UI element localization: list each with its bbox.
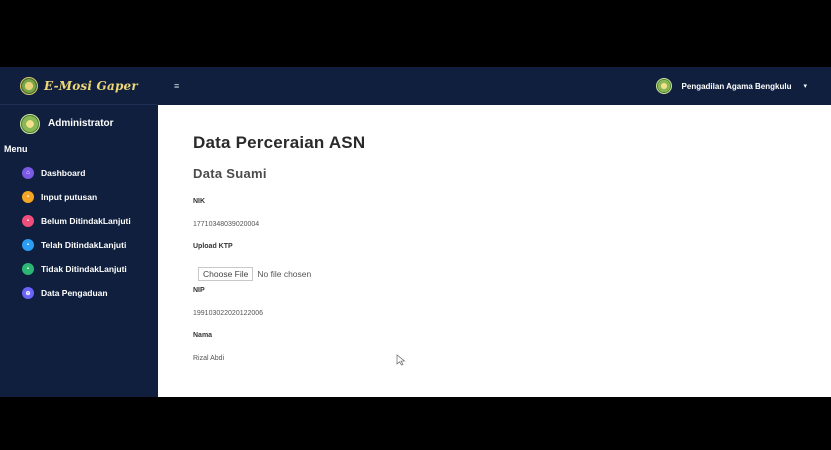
user-profile[interactable]: Administrator bbox=[0, 105, 158, 135]
sidebar-item-label: Input putusan bbox=[41, 192, 98, 202]
sidebar-item-label: Data Pengaduan bbox=[41, 288, 108, 298]
sidebar-menu: ⌂ Dashboard ▪ Input putusan ▪ Belum Diti… bbox=[0, 161, 158, 305]
chevron-down-icon: ▾ bbox=[803, 83, 807, 90]
complaint-icon: ⊕ bbox=[22, 287, 34, 299]
home-icon: ⌂ bbox=[22, 167, 34, 179]
sidebar-item-belum-ditindaklanjuti[interactable]: ▪ Belum DitindakLanjuti bbox=[0, 209, 158, 233]
menu-toggle-icon[interactable]: ≡ bbox=[174, 81, 179, 91]
mouse-cursor-icon bbox=[396, 354, 406, 366]
nama-label: Nama bbox=[193, 332, 213, 339]
document-icon: ▪ bbox=[22, 191, 34, 203]
sidebar-item-input-putusan[interactable]: ▪ Input putusan bbox=[0, 185, 158, 209]
sidebar-item-dashboard[interactable]: ⌂ Dashboard bbox=[0, 161, 158, 185]
upload-ktp-label: Upload KTP bbox=[193, 243, 233, 250]
sidebar-item-tidak-ditindaklanjuti[interactable]: ▪ Tidak DitindakLanjuti bbox=[0, 257, 158, 281]
sidebar-item-label: Telah DitindakLanjuti bbox=[41, 240, 127, 250]
page-title: Data Perceraian ASN bbox=[193, 133, 366, 152]
avatar bbox=[20, 113, 40, 134]
nik-label: NIK bbox=[193, 198, 206, 205]
nip-label: NIP bbox=[193, 287, 205, 294]
nip-field[interactable]: 199103022020122006 bbox=[193, 310, 831, 317]
user-name: Administrator bbox=[48, 118, 114, 129]
choose-file-button[interactable]: Choose File bbox=[198, 267, 254, 281]
sidebar-item-data-pengaduan[interactable]: ⊕ Data Pengaduan bbox=[0, 281, 158, 305]
sidebar: E-Mosi Gaper Administrator Menu ⌂ Dashbo… bbox=[0, 67, 158, 397]
app-window: E-Mosi Gaper Administrator Menu ⌂ Dashbo… bbox=[0, 67, 831, 397]
court-dropdown[interactable]: Pengadilan Agama Bengkulu ▾ bbox=[655, 78, 807, 94]
cancel-icon: ▪ bbox=[22, 263, 34, 275]
main-content: Data Perceraian ASN Data Suami NIK 17710… bbox=[158, 105, 831, 397]
ktp-file-input[interactable]: Choose File No file chosen bbox=[198, 267, 831, 281]
alert-icon: ▪ bbox=[22, 215, 34, 227]
sidebar-item-label: Belum DitindakLanjuti bbox=[41, 216, 131, 226]
check-icon: ▪ bbox=[22, 239, 34, 251]
brand-title: E-Mosi Gaper bbox=[44, 78, 138, 93]
sidebar-item-telah-ditindaklanjuti[interactable]: ▪ Telah DitindakLanjuti bbox=[0, 233, 158, 257]
brand-logo-icon bbox=[20, 76, 38, 95]
brand[interactable]: E-Mosi Gaper bbox=[0, 67, 158, 105]
section-title: Data Suami bbox=[193, 166, 267, 181]
nik-field[interactable]: 1771034803902000​4 bbox=[193, 221, 831, 228]
sidebar-item-label: Dashboard bbox=[41, 168, 86, 178]
file-status: No file chosen bbox=[257, 269, 312, 279]
menu-title: Menu bbox=[4, 144, 28, 154]
court-logo-icon bbox=[655, 78, 672, 94]
nama-field[interactable]: Rizal Abdi bbox=[193, 355, 831, 362]
sidebar-item-label: Tidak DitindakLanjuti bbox=[41, 264, 127, 274]
court-name: Pengadilan Agama Bengkulu bbox=[681, 81, 792, 91]
topbar: ≡ Pengadilan Agama Bengkulu ▾ bbox=[158, 67, 831, 105]
